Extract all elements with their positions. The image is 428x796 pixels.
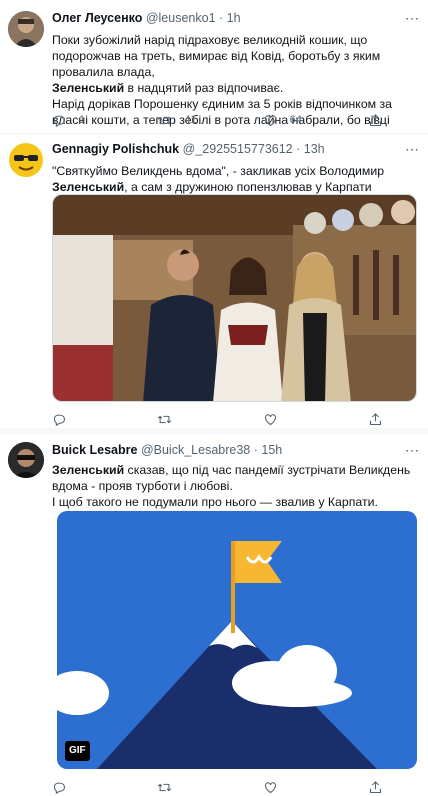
tweet-text: "Святкуймо Великдень вдома", - закликав … [52,163,416,195]
like-icon [264,114,276,126]
tweet-actions [52,410,388,428]
retweet-button[interactable] [157,410,227,428]
retweet-icon [158,783,172,791]
like-count: 64 [289,114,302,126]
retweet-count: 41 [184,114,197,126]
tweet-gif[interactable]: GIF [57,511,417,769]
mention-bold: Зеленський [52,463,125,477]
avatar[interactable] [8,142,44,178]
divider [0,428,428,434]
share-icon [369,412,382,425]
tweet-text-line: "Святкуймо Великдень вдома", - закликав … [52,164,385,178]
author-name[interactable]: Олег Леусенко [52,11,142,25]
timestamp[interactable]: 1h [227,11,241,25]
tweet-actions [52,778,388,796]
tweet-header: Buick Lesabre @Buick_Lesabre38 · 15h [52,442,416,460]
like-icon [264,781,276,793]
retweet-icon [158,116,172,124]
like-button[interactable] [263,410,333,428]
share-button[interactable] [368,410,388,428]
gif-badge: GIF [65,741,90,761]
more-icon[interactable]: ⋯ [405,141,420,157]
like-button[interactable]: 64 [263,111,333,129]
author-handle[interactable]: @_2925515773612 [183,142,293,156]
tweet-3[interactable]: Buick Lesabre @Buick_Lesabre38 · 15h ⋯ З… [0,436,428,796]
timestamp[interactable]: 13h [304,142,325,156]
timestamp[interactable]: 15h [261,443,282,457]
reply-icon [53,782,66,794]
separator-dot: · [296,142,301,156]
tweet-text-line: в надцятий раз відпочиває. [124,81,284,95]
reply-icon [53,414,66,426]
mention-bold: Зеленський [52,81,125,95]
tweet-photo[interactable] [52,194,417,402]
reply-button[interactable] [52,410,122,428]
like-icon [264,413,276,425]
retweet-button[interactable]: 41 [157,111,227,129]
mention-bold: Зеленський [52,180,125,194]
reply-icon [53,115,66,127]
reply-button[interactable]: 1 [52,111,122,129]
tweet-text-line: І щоб такого не подумали про нього — зва… [52,495,378,509]
tweet-text-line: , а сам з дружиною попензлював у Карпати [124,180,372,194]
author-handle[interactable]: @leusenko1 [146,11,216,25]
separator-dot: · [253,443,258,457]
reply-button[interactable] [52,778,122,796]
share-button[interactable] [368,778,388,796]
share-icon [369,113,382,126]
share-button[interactable] [368,111,388,129]
tweet-text-line: Поки зубожілий нарід підраховує великодн… [52,33,381,79]
tweet-text: Зеленський сказав, що під час пандемії з… [52,462,416,510]
tweet-2[interactable]: Gennagiy Polishchuk @_2925515773612 · 13… [0,134,428,427]
share-icon [369,780,382,793]
author-name[interactable]: Gennagiy Polishchuk [52,142,179,156]
separator-dot: · [219,11,224,25]
like-button[interactable] [263,778,333,796]
avatar[interactable] [8,11,44,47]
tweet-header: Олег Леусенко @leusenko1 · 1h [52,10,416,28]
tweet-actions: 1 41 64 [52,111,388,129]
retweet-icon [158,415,172,423]
author-name[interactable]: Buick Lesabre [52,443,137,457]
reply-count: 1 [79,114,86,126]
more-icon[interactable]: ⋯ [405,10,420,26]
author-handle[interactable]: @Buick_Lesabre38 [141,443,250,457]
tweet-1[interactable]: Олег Леусенко @leusenko1 · 1h ⋯ Поки зуб… [0,0,428,133]
retweet-button[interactable] [157,778,227,796]
avatar[interactable] [8,442,44,478]
more-icon[interactable]: ⋯ [405,442,420,458]
tweet-header: Gennagiy Polishchuk @_2925515773612 · 13… [52,141,416,159]
